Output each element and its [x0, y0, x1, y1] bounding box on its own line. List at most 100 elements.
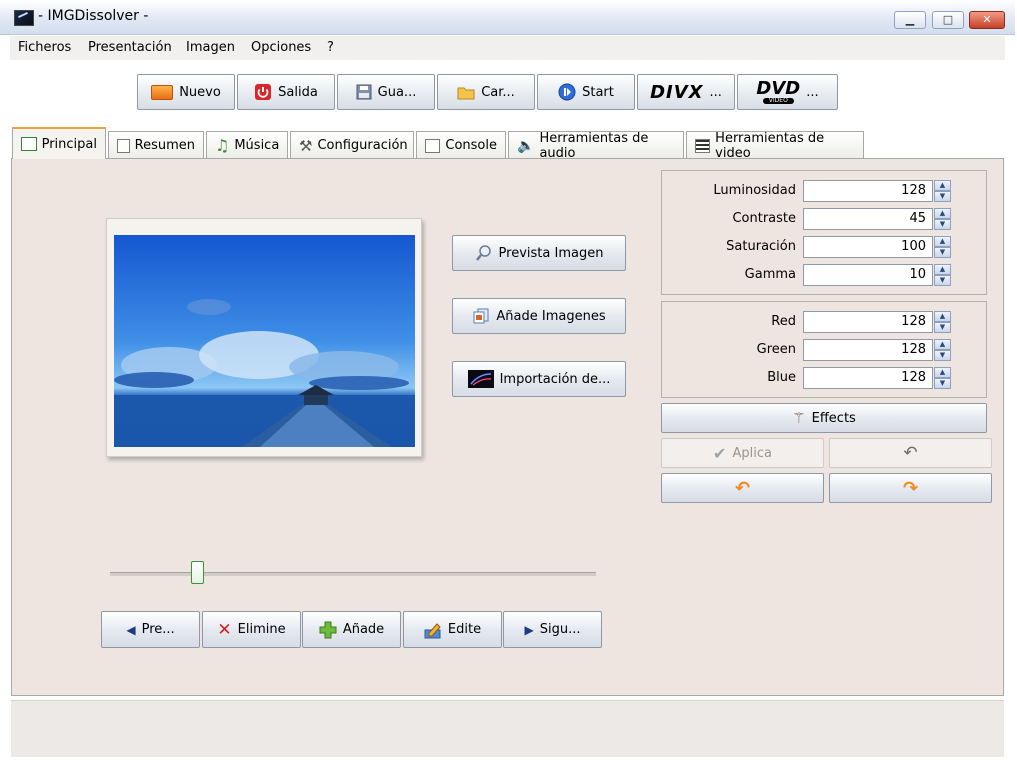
- red-spinner[interactable]: ▲ ▼: [934, 311, 951, 333]
- delete-button[interactable]: ✕ Elimine: [202, 611, 301, 648]
- image-preview-frame: [106, 218, 422, 457]
- menu-presentacion[interactable]: Presentación: [88, 40, 172, 55]
- tab-herramientas-video[interactable]: Herramientas de video: [686, 131, 864, 161]
- gamma-label: Gamma: [744, 267, 796, 282]
- save-button-label: Gua...: [377, 84, 417, 100]
- rotate-left-button[interactable]: ↶: [661, 473, 824, 503]
- menu-ficheros[interactable]: Ficheros: [18, 40, 71, 55]
- luminosity-label: Luminosidad: [713, 183, 796, 198]
- next-button[interactable]: ▶ Sigu...: [503, 611, 602, 648]
- tab-principal[interactable]: Principal: [12, 127, 106, 159]
- luminosity-row: Luminosidad 128 ▲ ▼: [662, 180, 986, 202]
- tab-resumen-label: Resumen: [134, 138, 195, 153]
- green-input[interactable]: 128: [803, 339, 933, 361]
- app-icon[interactable]: [14, 10, 34, 26]
- start-button[interactable]: Start: [537, 74, 635, 110]
- divx-button[interactable]: DIVX ...: [637, 74, 735, 110]
- spin-up-icon[interactable]: ▲: [934, 208, 951, 219]
- minimize-button[interactable]: ▁: [894, 11, 926, 29]
- tab-resumen[interactable]: Resumen: [108, 131, 204, 159]
- spin-up-icon[interactable]: ▲: [934, 264, 951, 275]
- preview-image-label: Prevista Imagen: [498, 245, 604, 261]
- add-images-label: Añade Imagenes: [496, 308, 606, 324]
- preview-image-button[interactable]: Prevista Imagen: [452, 235, 626, 271]
- luminosity-input[interactable]: 128: [803, 180, 933, 202]
- spin-up-icon[interactable]: ▲: [934, 180, 951, 191]
- music-note-icon: ♫: [215, 136, 230, 155]
- magic-wand-icon: ⚚: [792, 409, 806, 427]
- contrast-input[interactable]: 45: [803, 208, 933, 230]
- dvd-video-logo: DVD VIDEO: [756, 80, 800, 104]
- contrast-label: Contraste: [732, 211, 796, 226]
- blue-spinner[interactable]: ▲ ▼: [934, 367, 951, 389]
- add-button-label: Añade: [342, 622, 385, 637]
- spin-down-icon[interactable]: ▼: [934, 219, 951, 230]
- blue-input[interactable]: 128: [803, 367, 933, 389]
- add-button[interactable]: Añade: [302, 611, 401, 648]
- spin-down-icon[interactable]: ▼: [934, 350, 951, 361]
- import-button-label: Importación de...: [499, 371, 611, 387]
- blue-row: Blue 128 ▲ ▼: [662, 367, 986, 389]
- spin-down-icon[interactable]: ▼: [934, 247, 951, 258]
- slider-track[interactable]: [110, 572, 596, 576]
- spin-down-icon[interactable]: ▼: [934, 322, 951, 333]
- maximize-button[interactable]: □: [932, 11, 964, 29]
- spin-down-icon[interactable]: ▼: [934, 378, 951, 389]
- spin-up-icon[interactable]: ▲: [934, 367, 951, 378]
- close-button[interactable]: ✕: [969, 11, 1005, 29]
- menu-imagen[interactable]: Imagen: [186, 40, 235, 55]
- saturation-spinner[interactable]: ▲ ▼: [934, 236, 951, 258]
- spin-up-icon[interactable]: ▲: [934, 236, 951, 247]
- effects-button[interactable]: ⚚ Effects: [661, 403, 987, 433]
- undo-button[interactable]: ↶: [829, 438, 992, 468]
- status-bar: [11, 700, 1004, 757]
- saturation-input[interactable]: 100: [803, 236, 933, 258]
- spin-up-icon[interactable]: ▲: [934, 311, 951, 322]
- previous-button[interactable]: ◀ Pre...: [101, 611, 200, 648]
- dvd-button[interactable]: DVD VIDEO ...: [737, 74, 838, 110]
- saturation-label: Saturación: [726, 239, 796, 254]
- red-input[interactable]: 128: [803, 311, 933, 333]
- tab-herramientas-audio[interactable]: 🔈 Herramientas de audio: [508, 131, 684, 161]
- new-icon: [151, 84, 174, 100]
- console-window-icon: [425, 138, 441, 153]
- play-disc-icon: [558, 83, 576, 101]
- exit-button[interactable]: Salida: [237, 74, 335, 110]
- tab-configuracion-label: Configuración: [317, 138, 408, 153]
- tab-configuracion[interactable]: ⚒ Configuración: [290, 131, 414, 159]
- title-bar[interactable]: - IMGDissolver - ▁ □ ✕: [0, 0, 1015, 35]
- start-button-label: Start: [582, 84, 614, 100]
- tab-console[interactable]: Console: [416, 131, 506, 159]
- gamma-input[interactable]: 10: [803, 264, 933, 286]
- save-button[interactable]: Gua...: [337, 74, 435, 110]
- gamma-spinner[interactable]: ▲ ▼: [934, 264, 951, 286]
- menu-help[interactable]: ?: [327, 40, 334, 55]
- speaker-icon: 🔈: [517, 137, 535, 154]
- exit-button-label: Salida: [278, 84, 318, 100]
- dvd-button-label: ...: [806, 84, 819, 100]
- window-title: - IMGDissolver -: [38, 8, 149, 24]
- new-button[interactable]: Nuevo: [137, 74, 235, 110]
- previous-arrow-icon: ◀: [126, 622, 136, 637]
- apply-button[interactable]: ✔ Aplica: [661, 438, 824, 468]
- red-row: Red 128 ▲ ▼: [662, 311, 986, 333]
- slider-handle[interactable]: [190, 561, 204, 584]
- spin-down-icon[interactable]: ▼: [934, 191, 951, 202]
- contrast-spinner[interactable]: ▲ ▼: [934, 208, 951, 230]
- delete-button-label: Elimine: [237, 622, 286, 637]
- dvd-logo-subtext: VIDEO: [762, 98, 794, 104]
- spin-down-icon[interactable]: ▼: [934, 275, 951, 286]
- tab-console-label: Console: [445, 138, 497, 153]
- image-preview[interactable]: [114, 235, 415, 447]
- luminosity-spinner[interactable]: ▲ ▼: [934, 180, 951, 202]
- menu-opciones[interactable]: Opciones: [251, 40, 311, 55]
- add-images-button[interactable]: Añade Imagenes: [452, 298, 626, 334]
- import-button[interactable]: Importación de...: [452, 361, 626, 397]
- spin-up-icon[interactable]: ▲: [934, 339, 951, 350]
- green-spinner[interactable]: ▲ ▼: [934, 339, 951, 361]
- rotate-right-button[interactable]: ↷: [829, 473, 992, 503]
- tab-musica[interactable]: ♫ Música: [206, 131, 288, 159]
- edit-button[interactable]: Edite: [403, 611, 502, 648]
- load-button[interactable]: Car...: [437, 74, 535, 110]
- dvd-logo-text: DVD: [756, 78, 801, 99]
